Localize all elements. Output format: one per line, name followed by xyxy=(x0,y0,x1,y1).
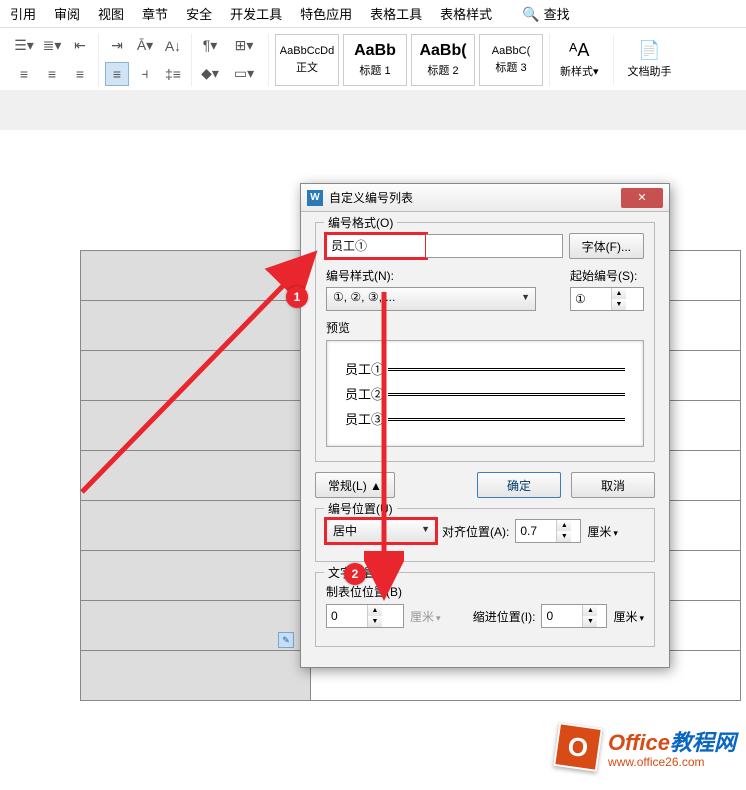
dialog-button-row: 常规(L) ▲ 确定 取消 xyxy=(315,472,655,498)
ribbon-toolbar: ☰▾ ≣▾ ⇤ ≡ ≡ ≡ ⇥ Ā▾ A↓ ≡ ⫞ ‡≡ ¶▾ ⊞▾ ◆▾ ▭▾… xyxy=(0,28,746,92)
font-button[interactable]: 字体(F)... xyxy=(569,233,644,259)
indent-position-label: 缩进位置(I): xyxy=(473,608,536,625)
shading-icon[interactable]: ◆▾ xyxy=(198,62,222,86)
start-number-value[interactable] xyxy=(571,288,611,310)
app-icon: W xyxy=(307,190,323,206)
start-number-label: 起始编号(S): xyxy=(570,267,644,284)
annotation-marker-1: 1 xyxy=(286,286,308,308)
tab-unit-dropdown[interactable]: 厘米 xyxy=(410,608,441,625)
number-format-input-ext[interactable] xyxy=(426,234,563,258)
spin-down-icon[interactable]: ▼ xyxy=(368,616,382,627)
number-position-label: 编号位置(U) xyxy=(324,500,397,517)
watermark: O Office教程网 www.office26.com xyxy=(556,725,736,769)
sort-icon[interactable]: A↓ xyxy=(161,34,185,58)
style-heading2[interactable]: AaBb( 标题 2 xyxy=(411,34,475,86)
number-style-label: 编号样式(N): xyxy=(326,267,564,284)
spin-down-icon[interactable]: ▼ xyxy=(612,299,626,310)
border-icon[interactable]: ⊞▾ xyxy=(232,34,256,58)
preview-line-2: 员工② xyxy=(345,384,384,403)
custom-numbering-dialog: W 自定义编号列表 ✕ 编号格式(O) 员工① 字体(F)... 编号样式(N)… xyxy=(300,183,670,668)
bullet-list-icon[interactable]: ☰▾ xyxy=(12,34,36,58)
text-position-group: 文字位置 制表位位置(B) ▲▼ 厘米 缩进位置(I): ▲▼ 厘米 xyxy=(315,572,655,647)
tab-table-tools[interactable]: 表格工具 xyxy=(370,4,422,23)
cancel-button[interactable]: 取消 xyxy=(571,472,655,498)
tab-developer[interactable]: 开发工具 xyxy=(230,4,282,23)
tab-position-label: 制表位位置(B) xyxy=(326,583,644,600)
watermark-logo-icon: O xyxy=(553,722,603,772)
paragraph-mark-icon[interactable]: ¶▾ xyxy=(198,34,222,58)
number-style-select[interactable]: ①, ②, ③, ... xyxy=(326,287,536,311)
watermark-brand: Office教程网 xyxy=(608,725,736,757)
preview-box: 员工① 员工② 员工③ xyxy=(326,340,644,447)
tab-position-spinner[interactable]: ▲▼ xyxy=(326,604,404,628)
dialog-title: 自定义编号列表 xyxy=(329,189,621,206)
doc-helper-button[interactable]: 📄 文档助手 xyxy=(618,40,682,79)
spin-up-icon[interactable]: ▲ xyxy=(557,520,571,531)
align-justify-icon[interactable]: ≡ xyxy=(105,62,129,86)
number-position-select[interactable]: 居中 xyxy=(326,519,436,543)
doc-helper-icon: 📄 xyxy=(638,40,660,61)
spin-up-icon[interactable]: ▲ xyxy=(583,605,597,616)
dialog-title-bar[interactable]: W 自定义编号列表 ✕ xyxy=(301,184,669,212)
number-format-input[interactable]: 员工① xyxy=(326,234,426,258)
text-tools-icon[interactable]: Ā▾ xyxy=(133,34,157,58)
number-position-group: 编号位置(U) 居中 对齐位置(A): ▲▼ 厘米 xyxy=(315,508,655,562)
preview-label: 预览 xyxy=(326,319,644,336)
new-style-button[interactable]: ᴬA 新样式▾ xyxy=(550,40,609,79)
tab-security[interactable]: 安全 xyxy=(186,4,212,23)
tab-position-value[interactable] xyxy=(327,605,367,627)
distribute-icon[interactable]: ⫞ xyxy=(133,62,157,86)
styles-gallery: AaBbCcDd 正文 AaBb 标题 1 AaBb( 标题 2 AaBbC( … xyxy=(269,34,550,86)
floating-edit-icon[interactable]: ✎ xyxy=(278,632,294,648)
magnifier-icon: 🔍 xyxy=(522,6,539,23)
new-style-icon: ᴬA xyxy=(569,40,589,61)
indent-unit-dropdown[interactable]: 厘米 xyxy=(613,608,644,625)
list-group: ☰▾ ≣▾ ⇤ ≡ ≡ ≡ xyxy=(6,34,99,86)
line-spacing-icon[interactable]: ‡≡ xyxy=(161,62,185,86)
style-heading1[interactable]: AaBb 标题 1 xyxy=(343,34,407,86)
ok-button[interactable]: 确定 xyxy=(477,472,561,498)
watermark-url: www.office26.com xyxy=(608,755,736,769)
search-box[interactable]: 🔍查找 xyxy=(522,4,569,23)
align-center-icon[interactable]: ≡ xyxy=(40,62,64,86)
tab-view[interactable]: 视图 xyxy=(98,4,124,23)
align-position-label: 对齐位置(A): xyxy=(442,523,509,540)
align-left-icon[interactable]: ≡ xyxy=(12,62,36,86)
start-number-spinner[interactable]: ▲▼ xyxy=(570,287,644,311)
increase-indent-icon[interactable]: ⇥ xyxy=(105,34,129,58)
preview-line-3: 员工③ xyxy=(345,409,384,428)
spin-down-icon[interactable]: ▼ xyxy=(583,616,597,627)
align-position-spinner[interactable]: ▲▼ xyxy=(515,519,581,543)
align-unit-dropdown[interactable]: 厘米 xyxy=(587,523,618,540)
spin-up-icon[interactable]: ▲ xyxy=(368,605,382,616)
spin-down-icon[interactable]: ▼ xyxy=(557,531,571,542)
decrease-indent-icon[interactable]: ⇤ xyxy=(68,34,92,58)
shape-fill-icon[interactable]: ▭▾ xyxy=(232,62,256,86)
spin-up-icon[interactable]: ▲ xyxy=(612,288,626,299)
style-normal[interactable]: AaBbCcDd 正文 xyxy=(275,34,339,86)
number-list-icon[interactable]: ≣▾ xyxy=(40,34,64,58)
style-heading3[interactable]: AaBbC( 标题 3 xyxy=(479,34,543,86)
misc-group: ¶▾ ⊞▾ ◆▾ ▭▾ xyxy=(192,34,269,86)
tab-chapter[interactable]: 章节 xyxy=(142,4,168,23)
preview-line-1: 员工① xyxy=(345,359,384,378)
close-button[interactable]: ✕ xyxy=(621,188,663,208)
tab-references[interactable]: 引用 xyxy=(10,4,36,23)
number-format-label: 编号格式(O) xyxy=(324,214,397,231)
align-right-icon[interactable]: ≡ xyxy=(68,62,92,86)
tab-review[interactable]: 审阅 xyxy=(54,4,80,23)
indent-position-value[interactable] xyxy=(542,605,582,627)
tab-special[interactable]: 特色应用 xyxy=(300,4,352,23)
annotation-marker-2: 2 xyxy=(344,563,366,585)
ribbon-tabs: 引用 审阅 视图 章节 安全 开发工具 特色应用 表格工具 表格样式 🔍查找 xyxy=(0,0,746,28)
indent-group: ⇥ Ā▾ A↓ ≡ ⫞ ‡≡ xyxy=(99,34,192,86)
align-position-value[interactable] xyxy=(516,520,556,542)
indent-position-spinner[interactable]: ▲▼ xyxy=(541,604,607,628)
normal-toggle-button[interactable]: 常规(L) ▲ xyxy=(315,472,395,498)
tab-table-styles[interactable]: 表格样式 xyxy=(440,4,492,23)
number-format-group: 编号格式(O) 员工① 字体(F)... 编号样式(N): ①, ②, ③, .… xyxy=(315,222,655,462)
